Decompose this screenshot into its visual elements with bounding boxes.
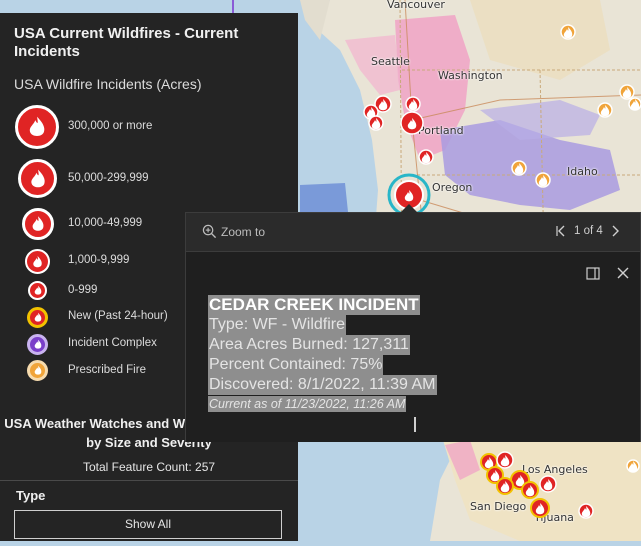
prescribed-fire-marker[interactable]: [626, 459, 640, 473]
flame-icon: [27, 334, 48, 355]
flame-icon: [27, 360, 48, 381]
legend-item-label: 10,000-49,999: [68, 217, 143, 229]
prescribed-fire-marker[interactable]: [560, 24, 576, 40]
legend-item-label: 300,000 or more: [68, 120, 153, 132]
dock-icon[interactable]: [586, 267, 600, 280]
prescribed-fire-marker[interactable]: [628, 97, 641, 111]
wildfire-marker[interactable]: [418, 149, 434, 165]
type-filter-label: Type: [16, 488, 46, 503]
incident-acres: Area Acres Burned: 127,311: [208, 335, 410, 355]
legend-item-label: Prescribed Fire: [68, 364, 146, 376]
close-icon[interactable]: [616, 266, 630, 280]
page-indicator: 1 of 4: [574, 225, 603, 237]
prescribed-fire-marker[interactable]: [619, 84, 635, 100]
next-feature-icon[interactable]: [611, 224, 621, 238]
incident-discovered: Discovered: 8/1/2022, 11:39 AM: [208, 375, 437, 395]
legend-item-label: Incident Complex: [68, 337, 157, 349]
zoom-to-label: Zoom to: [221, 224, 266, 239]
legend-subtitle: USA Wildfire Incidents (Acres): [14, 76, 202, 92]
zoom-in-icon: [202, 224, 217, 239]
popup-content: CEDAR CREEK INCIDENT Type: WF - Wildfire…: [186, 252, 640, 442]
flame-icon: [15, 105, 59, 149]
legend-item-label: New (Past 24-hour): [68, 310, 168, 322]
legend-item-label: 1,000-9,999: [68, 254, 130, 266]
popup-toolbar: Zoom to 1 of 4: [186, 213, 640, 252]
legend-item-label: 0-999: [68, 284, 98, 296]
flame-icon: [27, 307, 48, 328]
wildfire-marker[interactable]: [496, 451, 514, 469]
flame-icon: [18, 159, 57, 198]
feature-popup: Zoom to 1 of 4 CEDAR CREEK INCIDENT Type…: [185, 204, 641, 442]
wildfire-marker[interactable]: [530, 498, 550, 518]
previous-feature-icon[interactable]: [556, 224, 566, 238]
divider: [0, 480, 298, 481]
prescribed-fire-marker[interactable]: [511, 160, 527, 176]
wildfire-marker[interactable]: [405, 96, 421, 112]
prescribed-fire-marker[interactable]: [535, 172, 551, 188]
flame-icon: [25, 249, 50, 274]
popup-pointer: [400, 204, 418, 213]
legend-item-label: 50,000-299,999: [68, 172, 149, 184]
show-all-button[interactable]: Show All: [14, 510, 282, 539]
popup-pager: 1 of 4: [556, 224, 621, 238]
zoom-to-button[interactable]: Zoom to: [202, 224, 265, 239]
wildfire-marker[interactable]: [539, 475, 557, 493]
total-feature-count: Total Feature Count: 257: [82, 460, 216, 474]
flame-icon: [28, 281, 47, 300]
incident-type: Type: WF - Wildfire: [208, 315, 347, 335]
incident-contained: Percent Contained: 75%: [208, 355, 384, 375]
wildfire-marker[interactable]: [400, 111, 424, 135]
wildfire-marker[interactable]: [368, 115, 384, 131]
legend-title: USA Current Wildfires - Current Incident…: [14, 25, 239, 60]
wildfire-marker[interactable]: [578, 503, 594, 519]
prescribed-fire-marker[interactable]: [597, 102, 613, 118]
text-cursor: [414, 417, 416, 432]
wildfire-marker[interactable]: [496, 477, 514, 495]
flame-icon: [22, 208, 54, 240]
incident-title: CEDAR CREEK INCIDENT: [208, 295, 420, 315]
wildfire-marker[interactable]: [521, 481, 539, 499]
incident-as-of: Current as of 11/23/2022, 11:26 AM: [208, 396, 407, 412]
incident-record: CEDAR CREEK INCIDENT Type: WF - Wildfire…: [208, 295, 437, 413]
